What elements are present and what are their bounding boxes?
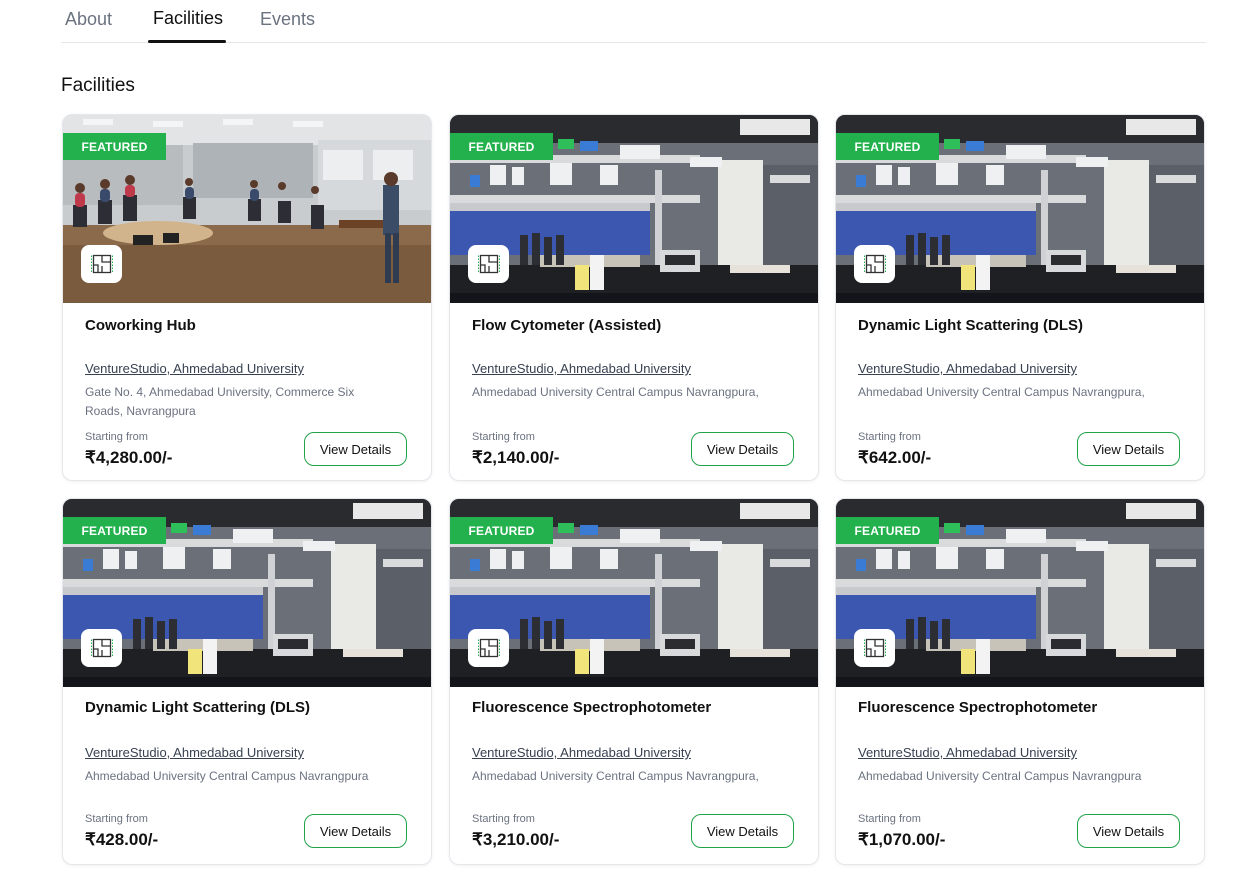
facility-address: Ahmedabad University Central Campus Navr… xyxy=(858,385,1145,399)
featured-badge: FEATURED xyxy=(450,517,553,544)
view-details-button[interactable]: View Details xyxy=(691,432,794,466)
facility-card: FEATURED Fluorescence Spectrophotometer … xyxy=(835,498,1205,865)
starting-from-label: Starting from xyxy=(85,813,148,825)
facility-org-link[interactable]: VentureStudio, Ahmedabad University xyxy=(472,361,691,376)
floor-plan-icon[interactable] xyxy=(468,629,509,667)
facility-price: ₹2,140.00/- xyxy=(472,448,560,467)
featured-badge: FEATURED xyxy=(63,517,166,544)
facility-address: Ahmedabad University Central Campus Navr… xyxy=(472,769,759,783)
floor-plan-icon[interactable] xyxy=(81,245,122,283)
floor-plan-icon[interactable] xyxy=(854,629,895,667)
starting-from-label: Starting from xyxy=(858,813,921,825)
tab-about[interactable]: About xyxy=(65,9,112,30)
active-tab-indicator xyxy=(148,40,226,43)
facility-address: Ahmedabad University Central Campus Navr… xyxy=(858,769,1142,783)
view-details-button[interactable]: View Details xyxy=(304,814,407,848)
facility-card: FEATURED Fluorescence Spectrophotometer … xyxy=(449,498,819,865)
facility-card: FEATURED Coworking Hub VentureStudio, Ah… xyxy=(62,114,432,481)
featured-badge: FEATURED xyxy=(836,517,939,544)
facility-price: ₹1,070.00/- xyxy=(858,830,946,849)
featured-badge: FEATURED xyxy=(63,133,166,160)
tab-facilities[interactable]: Facilities xyxy=(153,8,223,29)
starting-from-label: Starting from xyxy=(472,813,535,825)
featured-badge: FEATURED xyxy=(836,133,939,160)
featured-badge: FEATURED xyxy=(450,133,553,160)
facility-price: ₹642.00/- xyxy=(858,448,932,467)
facility-title[interactable]: Fluorescence Spectrophotometer xyxy=(858,699,1097,716)
facility-address: Ahmedabad University Central Campus Navr… xyxy=(472,385,759,399)
floor-plan-icon[interactable] xyxy=(468,245,509,283)
section-title: Facilities xyxy=(61,75,135,96)
facility-address: Gate No. 4, Ahmedabad University, Commer… xyxy=(85,385,355,418)
view-details-button[interactable]: View Details xyxy=(691,814,794,848)
facility-price: ₹4,280.00/- xyxy=(85,448,173,467)
facility-price: ₹3,210.00/- xyxy=(472,830,560,849)
facility-org-link[interactable]: VentureStudio, Ahmedabad University xyxy=(85,745,304,760)
facility-address: Ahmedabad University Central Campus Navr… xyxy=(85,769,369,783)
facility-org-link[interactable]: VentureStudio, Ahmedabad University xyxy=(472,745,691,760)
floor-plan-icon[interactable] xyxy=(81,629,122,667)
facility-org-link[interactable]: VentureStudio, Ahmedabad University xyxy=(858,745,1077,760)
view-details-button[interactable]: View Details xyxy=(1077,432,1180,466)
view-details-button[interactable]: View Details xyxy=(304,432,407,466)
facility-title[interactable]: Dynamic Light Scattering (DLS) xyxy=(858,317,1083,334)
starting-from-label: Starting from xyxy=(472,431,535,443)
starting-from-label: Starting from xyxy=(858,431,921,443)
facility-org-link[interactable]: VentureStudio, Ahmedabad University xyxy=(85,361,304,376)
tab-events[interactable]: Events xyxy=(260,9,315,30)
starting-from-label: Starting from xyxy=(85,431,148,443)
view-details-button[interactable]: View Details xyxy=(1077,814,1180,848)
tab-bar: About Facilities Events xyxy=(61,0,1206,43)
facility-title[interactable]: Coworking Hub xyxy=(85,317,196,334)
facility-card: FEATURED Flow Cytometer (Assisted) Ventu… xyxy=(449,114,819,481)
facility-card: FEATURED Dynamic Light Scattering (DLS) … xyxy=(62,498,432,865)
facility-title[interactable]: Flow Cytometer (Assisted) xyxy=(472,317,661,334)
facility-card: FEATURED Dynamic Light Scattering (DLS) … xyxy=(835,114,1205,481)
facility-title[interactable]: Dynamic Light Scattering (DLS) xyxy=(85,699,310,716)
facility-org-link[interactable]: VentureStudio, Ahmedabad University xyxy=(858,361,1077,376)
facility-title[interactable]: Fluorescence Spectrophotometer xyxy=(472,699,711,716)
facility-price: ₹428.00/- xyxy=(85,830,159,849)
floor-plan-icon[interactable] xyxy=(854,245,895,283)
